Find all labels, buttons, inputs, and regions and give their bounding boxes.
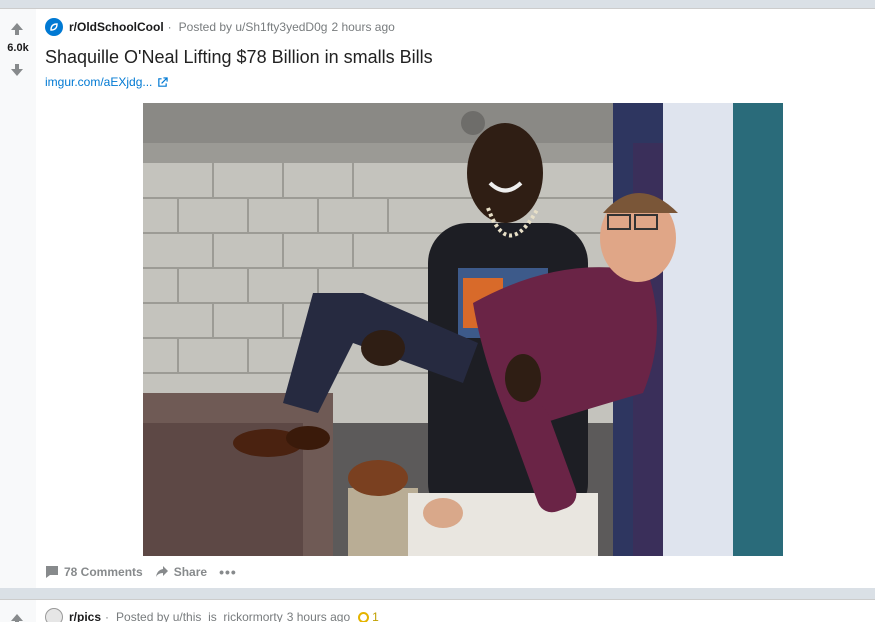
- share-icon: [155, 566, 168, 577]
- external-link-icon: [158, 76, 169, 87]
- upvote-arrow-icon[interactable]: [9, 612, 25, 622]
- subreddit-link[interactable]: r/OldSchoolCool: [69, 20, 164, 34]
- award-badge[interactable]: 1: [358, 610, 379, 622]
- share-button[interactable]: Share: [155, 565, 207, 579]
- subreddit-icon[interactable]: [45, 608, 63, 622]
- post-time: 2 hours ago: [331, 20, 395, 34]
- subreddit-icon[interactable]: [45, 18, 63, 36]
- vote-column: 6.0k: [0, 9, 36, 588]
- next-post-card[interactable]: r/pics · Posted by u/this_is_rickormorty…: [0, 599, 875, 622]
- post-actions: 78 Comments Share •••: [45, 564, 237, 580]
- meta-separator: ·: [167, 20, 172, 34]
- next-post-time: 3 hours ago: [286, 610, 351, 622]
- comments-label: 78 Comments: [64, 565, 143, 579]
- next-post-meta: r/pics · Posted by u/this_is_rickormorty…: [45, 608, 379, 622]
- upvote-arrow-icon[interactable]: [9, 21, 25, 37]
- downvote-arrow-icon[interactable]: [9, 62, 25, 78]
- post-link[interactable]: imgur.com/aEXjdg...: [45, 75, 169, 89]
- post-card[interactable]: 6.0k r/OldSchoolCool · Posted by u/Sh1ft…: [0, 8, 875, 588]
- posted-by[interactable]: Posted by u/Sh1fty3yedD0g: [179, 20, 328, 34]
- share-label: Share: [173, 565, 208, 579]
- post-image[interactable]: [143, 103, 783, 556]
- award-icon: [358, 611, 370, 622]
- comments-button[interactable]: 78 Comments: [45, 565, 143, 579]
- next-posted-by[interactable]: Posted by u/this_is_rickormorty: [116, 610, 283, 622]
- next-vote-column: [0, 600, 36, 622]
- next-subreddit-link[interactable]: r/pics: [69, 610, 101, 622]
- post-title[interactable]: Shaquille O'Neal Lifting $78 Billion in …: [45, 47, 433, 68]
- meta-separator: ·: [105, 610, 110, 622]
- post-link-text[interactable]: imgur.com/aEXjdg...: [45, 75, 152, 89]
- post-meta: r/OldSchoolCool · Posted by u/Sh1fty3yed…: [45, 17, 395, 37]
- comment-icon: [46, 566, 58, 578]
- vote-score: 6.0k: [7, 42, 29, 54]
- more-options-button[interactable]: •••: [219, 564, 237, 580]
- award-count: 1: [372, 610, 379, 622]
